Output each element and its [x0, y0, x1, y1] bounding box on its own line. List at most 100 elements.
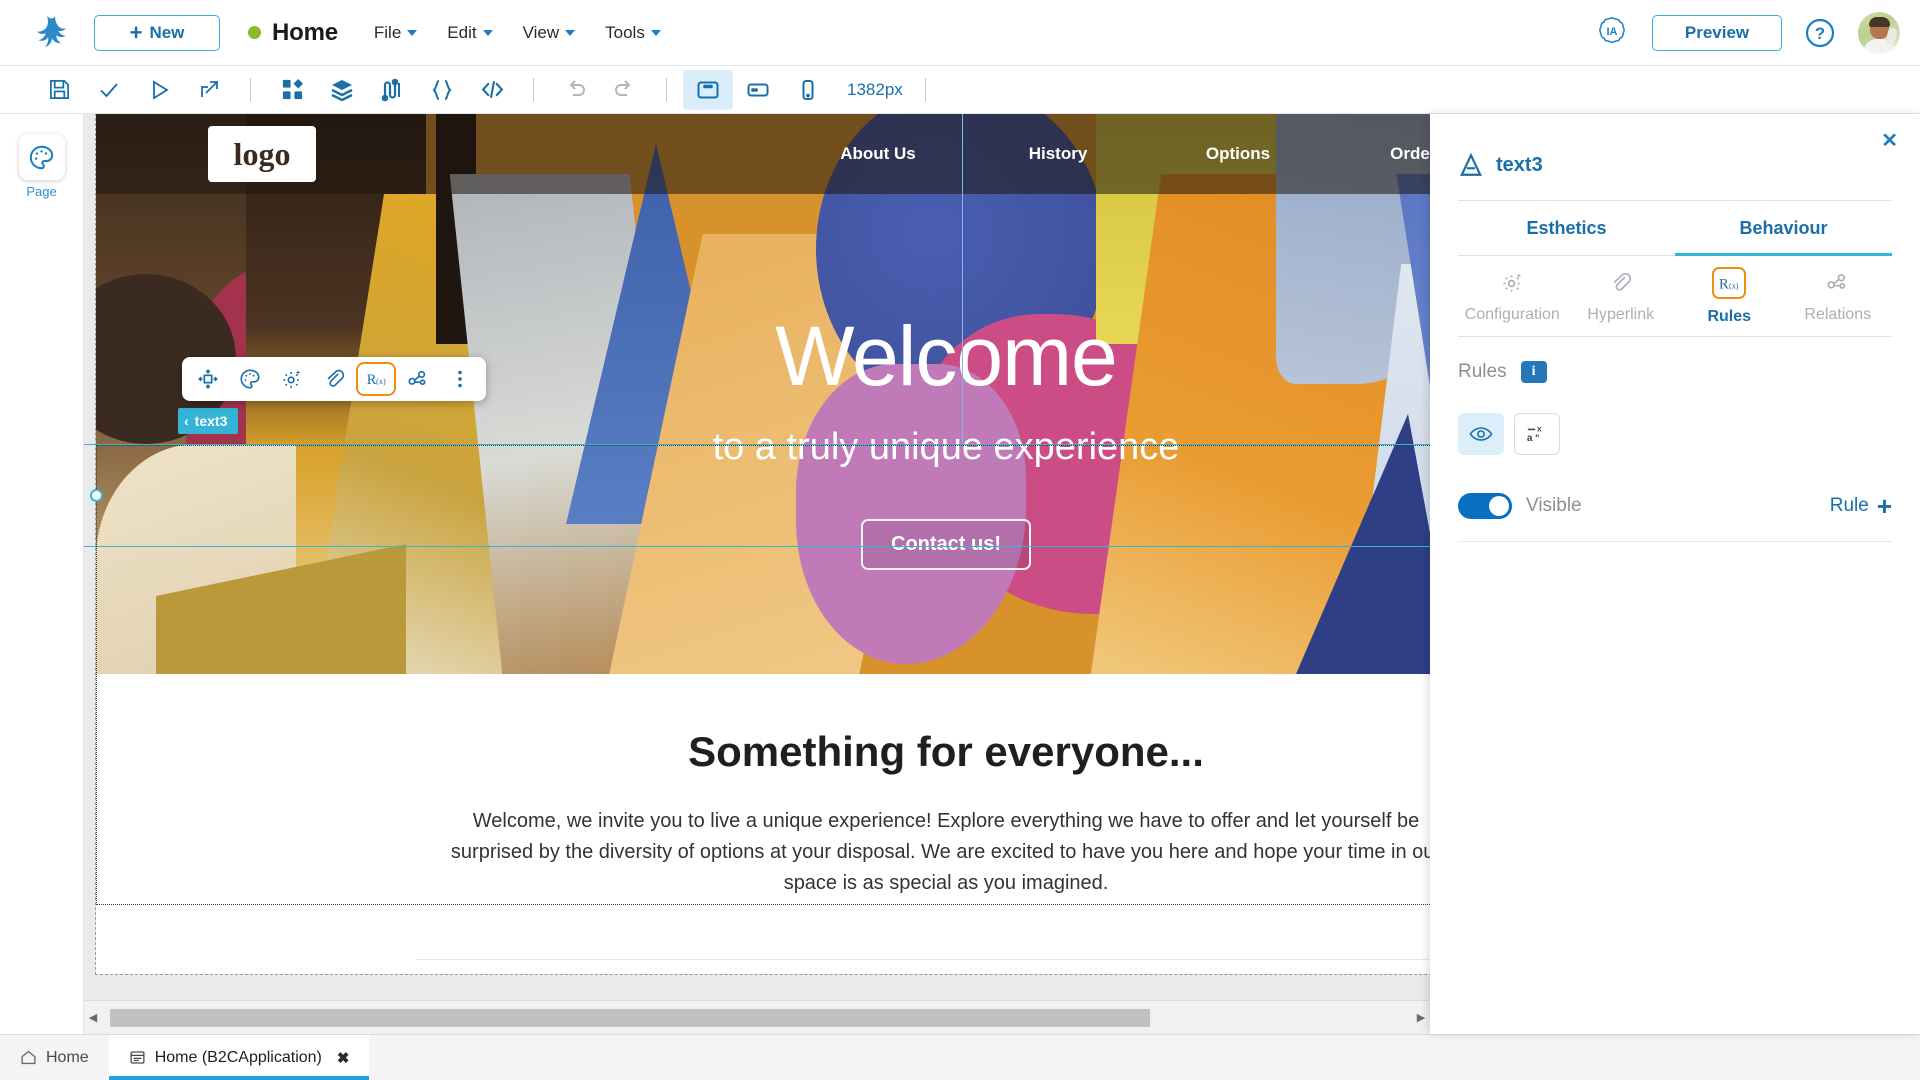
scroll-right-arrow-icon[interactable]: ▶ — [1412, 1011, 1430, 1024]
top-bar-right: IA Preview ? — [1594, 11, 1900, 54]
rail-item-page-label: Page — [26, 184, 57, 199]
braces-icon[interactable] — [417, 70, 467, 110]
page-title: Home — [272, 18, 338, 46]
play-icon[interactable] — [134, 70, 184, 110]
new-button-label: New — [149, 22, 185, 42]
eye-icon[interactable] — [1458, 413, 1504, 455]
selected-element-name: text3 — [194, 413, 228, 429]
scrollbar-thumb[interactable] — [110, 1008, 1150, 1027]
panel-header: text3 — [1430, 114, 1920, 178]
relations-icon[interactable] — [398, 362, 438, 396]
desktop-icon[interactable] — [683, 69, 733, 110]
nav-link-about-us[interactable]: About Us — [788, 144, 968, 164]
top-bar: + New Home File Edit View Tools IA Previ… — [0, 0, 1920, 66]
menu-file[interactable]: File — [374, 23, 418, 43]
menu-edit-label: Edit — [447, 22, 477, 42]
site-navigation: logo About Us History Options Orders Con… — [96, 114, 1430, 194]
plus-icon: + — [1876, 490, 1892, 521]
flow-icon[interactable] — [367, 70, 417, 110]
zoom-width-label[interactable]: 1382px — [847, 80, 903, 100]
preview-button[interactable]: Preview — [1652, 14, 1782, 51]
palette-icon[interactable] — [230, 362, 270, 396]
selected-element-tag[interactable]: ‹ text3 — [178, 408, 239, 434]
move-icon[interactable] — [188, 362, 228, 396]
subtab-hyperlink-label: Hyperlink — [1587, 306, 1655, 323]
rules-rx-icon: R (x) — [1712, 267, 1747, 299]
link-icon[interactable] — [314, 362, 354, 396]
nav-link-orders[interactable]: Orders — [1328, 144, 1430, 164]
toolbar-divider — [666, 77, 667, 102]
horizontal-scrollbar[interactable]: ◀ ▶ — [84, 1000, 1430, 1034]
subtab-hyperlink[interactable]: Hyperlink — [1567, 256, 1676, 336]
svg-text:?: ? — [1815, 24, 1825, 43]
ia-badge-icon[interactable]: IA — [1594, 15, 1630, 51]
toolbar-divider — [533, 77, 534, 102]
svg-text:(x): (x) — [1729, 281, 1739, 290]
bottom-tab-b2capplication[interactable]: Home (B2CApplication) ✖ — [108, 1035, 370, 1080]
bottom-tab-b2capplication-label: Home (B2CApplication) — [154, 1048, 322, 1066]
rule-mode-buttons: x a " — [1430, 383, 1920, 455]
share-icon[interactable] — [184, 70, 234, 110]
panel-bottom-divider — [1458, 541, 1892, 542]
visible-toggle[interactable] — [1458, 493, 1512, 519]
frog-logo-icon[interactable] — [26, 11, 70, 55]
gear-sparkle-icon — [1495, 267, 1529, 297]
text-a-icon — [1460, 152, 1482, 176]
rail-item-page[interactable]: Page — [18, 134, 65, 199]
scrollbar-track[interactable] — [102, 1007, 1412, 1029]
rules-header-row: Rules i — [1458, 361, 1892, 383]
selection-outline[interactable] — [96, 445, 1430, 905]
variable-ax-icon[interactable]: x a " — [1514, 413, 1560, 455]
canvas-scroll: logo About Us History Options Orders Con… — [84, 114, 1430, 1000]
subtab-configuration[interactable]: Configuration — [1458, 256, 1567, 336]
nav-link-options[interactable]: Options — [1148, 144, 1328, 164]
toggle-knob — [1489, 496, 1509, 516]
panel-tabs: Esthetics Behaviour — [1458, 201, 1892, 256]
close-icon[interactable]: ✕ — [1881, 128, 1898, 153]
selection-handle-left[interactable] — [90, 489, 103, 502]
subtab-relations[interactable]: Relations — [1784, 256, 1893, 336]
section-divider — [416, 959, 1430, 960]
svg-text:a: a — [1527, 433, 1533, 444]
save-icon[interactable] — [34, 70, 84, 110]
site-logo[interactable]: logo — [208, 126, 316, 182]
bottom-tab-home[interactable]: Home — [0, 1035, 109, 1080]
chevron-down-icon — [650, 29, 661, 36]
rules-section: Rules i — [1430, 337, 1920, 383]
help-icon[interactable]: ? — [1804, 17, 1836, 49]
rules-rx-icon[interactable]: R (x) — [356, 362, 396, 396]
subtab-rules[interactable]: R (x) Rules — [1675, 256, 1784, 336]
undo-icon[interactable] — [550, 70, 600, 110]
relations-icon — [1821, 267, 1855, 297]
menu-view[interactable]: View — [523, 23, 576, 43]
add-rule-button[interactable]: Rule + — [1830, 490, 1892, 521]
avatar[interactable] — [1858, 11, 1900, 54]
tab-esthetics[interactable]: Esthetics — [1458, 201, 1675, 256]
mobile-icon[interactable] — [783, 70, 833, 110]
menu-tools[interactable]: Tools — [605, 23, 661, 43]
chevron-left-icon: ‹ — [184, 413, 189, 429]
info-icon[interactable]: i — [1520, 361, 1547, 383]
nav-link-history[interactable]: History — [968, 144, 1148, 164]
avatar-hair — [1869, 16, 1890, 27]
widgets-icon[interactable] — [267, 70, 317, 110]
status-dot-icon — [248, 26, 261, 39]
svg-text:R: R — [1719, 276, 1729, 292]
close-icon[interactable]: ✖ — [337, 1049, 350, 1067]
scroll-left-arrow-icon[interactable]: ◀ — [84, 1011, 102, 1024]
home-icon — [21, 1050, 36, 1065]
menu-edit[interactable]: Edit — [447, 22, 493, 43]
more-vertical-icon[interactable] — [440, 362, 480, 396]
code-icon[interactable] — [467, 70, 517, 110]
chevron-down-icon — [565, 29, 576, 36]
gear-sparkle-icon[interactable] — [272, 362, 312, 396]
new-button[interactable]: + New — [94, 14, 220, 51]
tab-behaviour[interactable]: Behaviour — [1675, 201, 1892, 256]
subtab-relations-label: Relations — [1804, 306, 1872, 323]
check-icon[interactable] — [84, 70, 134, 110]
element-float-toolbar: R (x) — [182, 357, 486, 401]
visible-toggle-label: Visible — [1526, 495, 1582, 516]
layers-icon[interactable] — [317, 70, 367, 110]
redo-icon[interactable] — [600, 70, 650, 110]
tablet-icon[interactable] — [733, 70, 783, 110]
